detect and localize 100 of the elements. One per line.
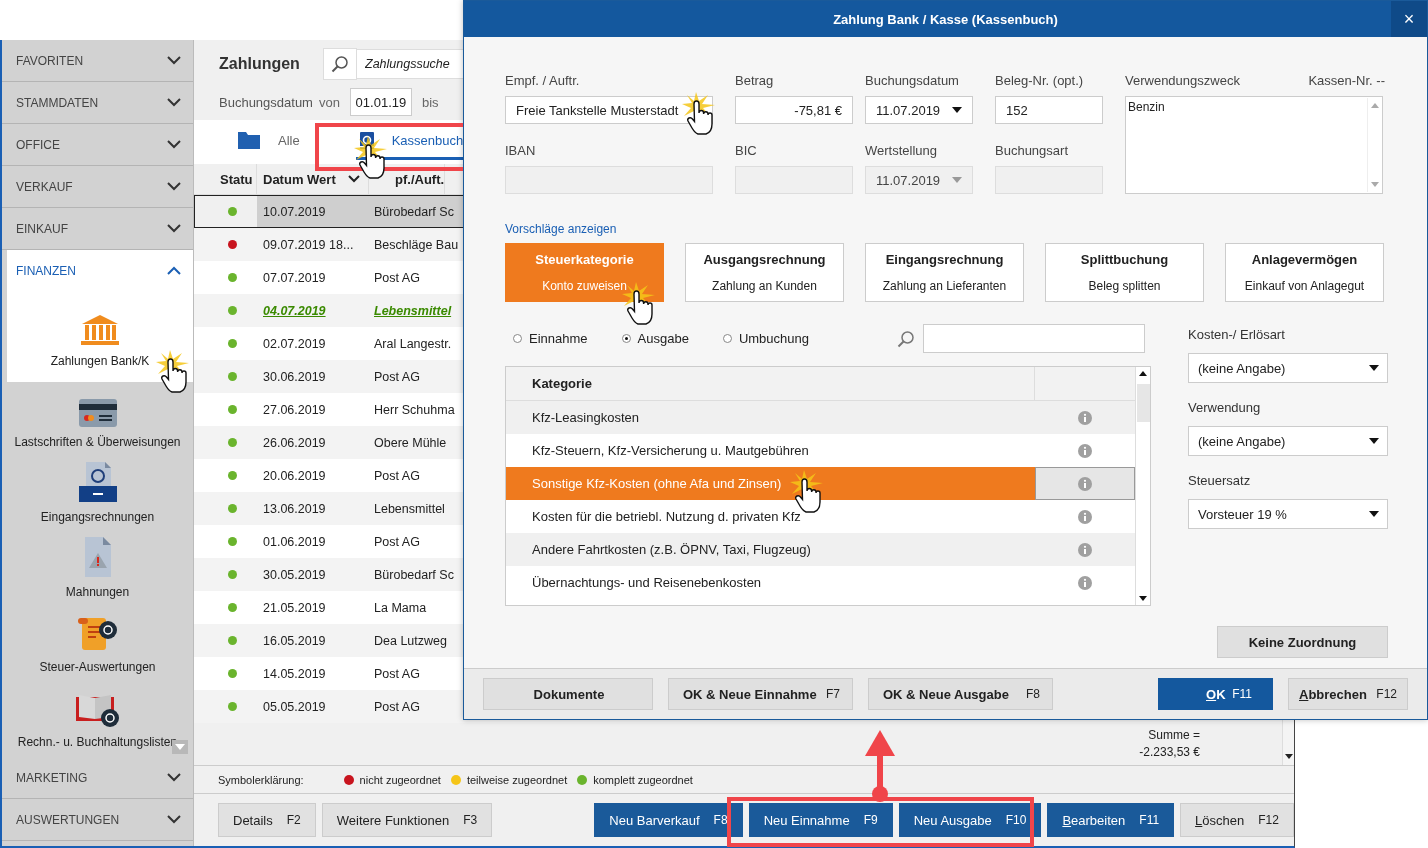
dropdown[interactable]: (keine Angabe) bbox=[1188, 426, 1388, 456]
sidebar-section[interactable]: FAVORITEN bbox=[2, 40, 193, 82]
date-field[interactable]: 01.01.19 bbox=[349, 88, 412, 116]
field-label: BIC bbox=[735, 143, 758, 158]
table-cell: Beschläge Bau bbox=[374, 237, 459, 252]
chevron-icon bbox=[167, 224, 181, 233]
radio-button[interactable] bbox=[513, 334, 522, 343]
category-row[interactable]: Kosten für die betriebl. Nutzung d. privaten Kfz bbox=[506, 500, 1135, 533]
option-card[interactable]: Ausgangsrechnung Zahlung an Kunden bbox=[685, 243, 844, 302]
close-button[interactable]: × bbox=[1391, 1, 1427, 37]
sidebar-item[interactable]: Lastschriften & Überweisungen bbox=[2, 382, 193, 457]
suggestions-link[interactable]: Vorschläge anzeigen bbox=[505, 222, 617, 236]
dropdown[interactable]: Vorsteuer 19 % bbox=[1188, 499, 1388, 529]
category-row[interactable]: Kfz-Steuern, Kfz-Versicherung u. Mautgebühren bbox=[506, 434, 1135, 467]
dropdown-caret-icon bbox=[1369, 511, 1379, 517]
table-cell: La Mama bbox=[374, 600, 427, 615]
dialog-button[interactable]: OK & Neue Einnahme F7 bbox=[668, 678, 853, 710]
option-card[interactable]: Splittbuchung Beleg splitten bbox=[1045, 243, 1204, 302]
input-field[interactable]: -75,81 € bbox=[735, 96, 853, 124]
sum-value: -2.233,53 € bbox=[1139, 744, 1200, 761]
action-button[interactable]: Neu Einnahme F9 bbox=[748, 803, 893, 837]
sidebar-section[interactable]: AUSWERTUNGEN bbox=[2, 799, 193, 841]
action-button[interactable]: Bearbeiten F11 bbox=[1047, 803, 1175, 837]
input-field[interactable]: Freie Tankstelle Musterstadt bbox=[505, 96, 713, 124]
action-button[interactable]: Löschen F12 bbox=[1180, 803, 1294, 837]
radio-button[interactable] bbox=[722, 334, 732, 343]
chevron-icon bbox=[167, 182, 181, 191]
search-button[interactable] bbox=[323, 48, 357, 80]
dialog-button[interactable]: OK & Neue Ausgabe F8 bbox=[868, 678, 1053, 710]
sidebar-item[interactable]: Zahlungen Bank/K bbox=[7, 291, 193, 382]
table-cell: Bürobedarf Sc bbox=[374, 204, 454, 219]
category-row[interactable]: Kfz-Leasingkosten bbox=[506, 401, 1135, 434]
table-cell: Post AG bbox=[374, 270, 420, 285]
legend-label: Symbolerklärung: bbox=[218, 773, 304, 786]
sidebar-section[interactable]: STAMMDATEN bbox=[2, 82, 193, 124]
filter-label: bis bbox=[421, 94, 439, 110]
category-row[interactable]: Andere Fahrtkosten (z.B. ÖPNV, Taxi, Flugzeug) bbox=[506, 533, 1135, 566]
radio-option[interactable]: Einnahme bbox=[513, 331, 588, 346]
page-title: Zahlungen bbox=[219, 55, 301, 73]
caret-down-icon[interactable] bbox=[1139, 596, 1147, 601]
table-cell: 05.05.2019 bbox=[263, 699, 326, 714]
tab[interactable]: Alle bbox=[234, 124, 304, 160]
date-dropdown[interactable]: 11.07.2019 bbox=[865, 96, 973, 124]
table-cell: Post AG bbox=[374, 468, 420, 483]
radio-button[interactable] bbox=[621, 334, 631, 343]
table-cell: Dea Lutzweg bbox=[374, 633, 447, 648]
action-button[interactable]: Neu Barverkauf F8 bbox=[594, 803, 743, 837]
sidebar-item[interactable]: Steuer-Auswertungen bbox=[2, 607, 193, 682]
sidebar-item[interactable]: Rechn.- u. Buchhaltungslisten bbox=[2, 682, 193, 757]
option-card[interactable]: Anlagevermögen Einkauf von Anlagegut bbox=[1225, 243, 1384, 302]
chevron-icon bbox=[167, 773, 181, 782]
radio-option[interactable]: Ausgabe bbox=[621, 331, 689, 346]
action-button[interactable]: Neu Ausgabe F10 bbox=[898, 803, 1042, 837]
dropdown-caret-icon bbox=[1369, 365, 1379, 371]
info-icon bbox=[1078, 443, 1092, 458]
scroll-thumb[interactable] bbox=[1136, 384, 1150, 422]
table-cell: 21.05.2019 bbox=[263, 600, 326, 615]
table-cell: 09.07.2019 18... bbox=[263, 237, 354, 252]
credit-card-icon bbox=[78, 399, 117, 427]
sidebar-item[interactable]: Eingangsrechnungen bbox=[2, 457, 193, 532]
caret-up-icon[interactable] bbox=[1139, 371, 1147, 376]
table-cell: Obere Mühle bbox=[374, 435, 447, 450]
column-header[interactable]: Statu bbox=[194, 164, 257, 194]
input-field[interactable]: 152 bbox=[995, 96, 1103, 124]
action-button[interactable]: Weitere Funktionen F3 bbox=[321, 803, 493, 837]
chevron-icon bbox=[167, 815, 181, 824]
table-cell: Bürobedarf Sc bbox=[374, 567, 454, 582]
filter-label: von bbox=[318, 94, 340, 110]
chevron-icon bbox=[167, 140, 181, 149]
legend-label: nicht zugeordnet bbox=[359, 773, 441, 786]
sidebar-section[interactable]: OFFICE bbox=[2, 124, 193, 166]
option-card[interactable]: Eingangsrechnung Zahlung an Lieferanten bbox=[865, 243, 1024, 302]
category-row[interactable]: Übernachtungs- und Reisenebenkosten bbox=[506, 566, 1135, 599]
no-assignment-button[interactable]: Keine Zuordnung bbox=[1217, 626, 1388, 658]
table-cell: Herr Schuhma bbox=[374, 402, 455, 417]
sidebar-section[interactable]: FINANZEN bbox=[7, 250, 193, 291]
table-cell: 20.06.2019 bbox=[263, 468, 326, 483]
field-label: Buchungsdatum bbox=[865, 73, 960, 88]
sidebar-section[interactable]: VERKAUF bbox=[2, 166, 193, 208]
dialog-button[interactable]: Abbrechen F12 bbox=[1288, 678, 1408, 710]
column-header: Kategorie bbox=[506, 367, 1035, 400]
sidebar-section[interactable]: MARKETING bbox=[2, 757, 193, 799]
action-button[interactable]: Details F2 bbox=[218, 803, 316, 837]
scrollbar[interactable] bbox=[1135, 367, 1150, 605]
table-cell: 10.07.2019 bbox=[263, 204, 326, 219]
book-icon bbox=[75, 693, 120, 727]
dropdown-caret-icon bbox=[952, 107, 962, 113]
info-icon bbox=[1078, 509, 1092, 524]
sidebar-item[interactable]: Mahnungen bbox=[2, 532, 193, 607]
info-icon bbox=[1078, 410, 1092, 425]
dropdown[interactable]: (keine Angabe) bbox=[1188, 353, 1388, 383]
dialog-button[interactable]: OK F11 bbox=[1158, 678, 1273, 710]
table-cell: 26.06.2019 bbox=[263, 435, 326, 450]
dialog-button[interactable]: Dokumente bbox=[483, 678, 653, 710]
category-search-field[interactable] bbox=[923, 324, 1145, 353]
cash-number: Kassen-Nr. -- bbox=[1308, 73, 1385, 88]
sum-label: Summe = bbox=[1148, 727, 1200, 744]
table-cell: 30.05.2019 bbox=[263, 567, 326, 582]
bank-icon bbox=[80, 314, 120, 346]
radio-option[interactable]: Umbuchung bbox=[722, 331, 809, 346]
